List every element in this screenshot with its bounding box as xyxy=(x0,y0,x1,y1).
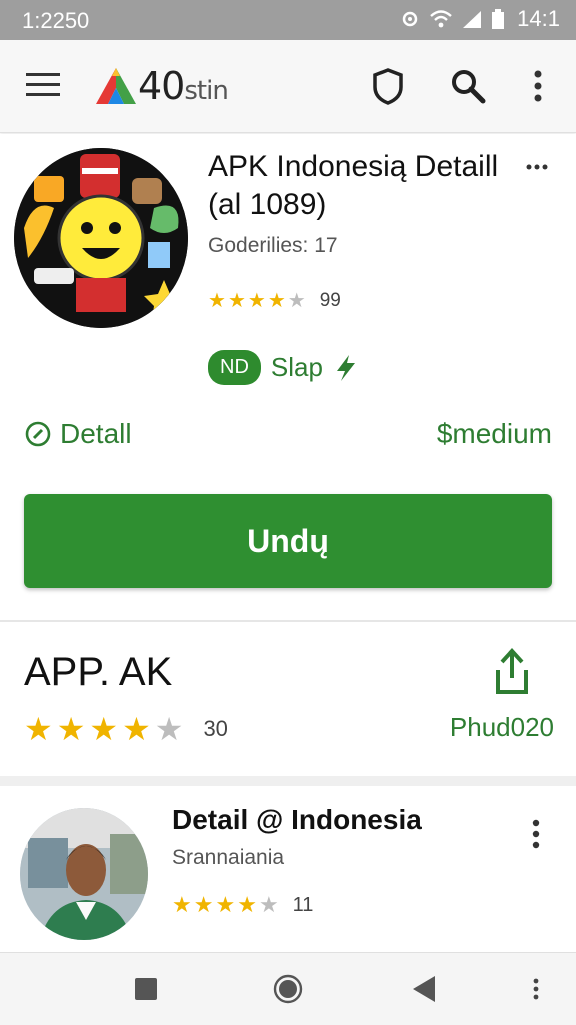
share-icon[interactable] xyxy=(492,648,532,696)
list-item-rating: ★ ★ ★ ★ ★ 11 xyxy=(172,892,313,918)
nav-more-button[interactable] xyxy=(516,969,556,1009)
badge-label: Slap xyxy=(270,352,323,382)
search-icon xyxy=(452,70,486,104)
more-vert-icon xyxy=(533,978,539,1000)
star-icon: ★ xyxy=(193,892,214,917)
bolt-icon xyxy=(336,354,355,381)
list-item-subtitle: Srannaiania xyxy=(172,846,285,869)
home-button[interactable] xyxy=(268,969,308,1009)
logo-text: 40 xyxy=(138,64,185,108)
app-bar: 40stin xyxy=(0,40,576,133)
nd-badge: ND xyxy=(208,350,261,385)
star-empty-icon: ★ xyxy=(154,711,184,747)
shield-icon xyxy=(373,68,403,105)
status-icons: 14:1 xyxy=(399,6,560,32)
overflow-menu-button[interactable] xyxy=(518,66,558,106)
app-logo[interactable]: 40stin xyxy=(94,64,229,108)
battery-icon xyxy=(492,9,505,29)
section-right-label[interactable]: Phud020 xyxy=(450,712,554,743)
app-icon xyxy=(14,148,188,328)
star-icon: ★ xyxy=(172,892,192,917)
install-button[interactable]: Undų xyxy=(24,494,552,588)
more-horiz-icon xyxy=(526,164,548,170)
status-bar: 1:2250 14:1 xyxy=(0,0,576,40)
star-icon: ★ xyxy=(247,290,266,312)
detail-link[interactable]: Detall xyxy=(24,418,132,450)
list-item-title[interactable]: Detail @ Indonesia xyxy=(172,804,422,836)
more-vert-icon xyxy=(534,70,542,102)
recent-apps-button[interactable] xyxy=(126,969,166,1009)
section-title: APP. AK xyxy=(24,650,173,694)
section-gap xyxy=(0,776,576,786)
signal-icon xyxy=(463,11,482,28)
divider xyxy=(0,620,576,622)
star-empty-icon: ★ xyxy=(287,290,306,312)
settings-icon xyxy=(402,11,418,27)
compass-icon xyxy=(25,421,51,447)
price-label: $medium xyxy=(436,418,552,449)
star-icon: ★ xyxy=(208,290,226,312)
status-clock: 14:1 xyxy=(517,6,560,31)
menu-icon[interactable] xyxy=(26,70,60,100)
star-icon: ★ xyxy=(215,892,236,917)
wifi-icon xyxy=(430,10,452,28)
section-rating: ★ ★ ★ ★ ★ 30 xyxy=(24,710,228,748)
list-item-rating-count: 11 xyxy=(292,893,314,916)
status-time: 1:2250 xyxy=(22,8,90,33)
star-icon: ★ xyxy=(24,711,53,747)
back-button[interactable] xyxy=(404,969,444,1009)
badge-row: ND Slap xyxy=(208,350,359,385)
shield-button[interactable] xyxy=(368,66,408,106)
star-icon: ★ xyxy=(56,711,86,747)
app-subtitle: Goderilies: 17 xyxy=(208,234,338,257)
rating-count: 99 xyxy=(319,289,341,311)
logo-mark-icon xyxy=(96,68,136,104)
back-icon xyxy=(413,976,435,1002)
app-title: APK Indonesią Detaill (al 1089) xyxy=(208,150,499,221)
more-vert-icon[interactable] xyxy=(526,818,546,850)
recent-apps-icon xyxy=(135,978,157,1000)
navigation-bar xyxy=(0,952,576,1025)
star-empty-icon: ★ xyxy=(258,892,279,917)
logo-suffix: stin xyxy=(184,76,228,106)
star-icon: ★ xyxy=(89,711,119,747)
search-button[interactable] xyxy=(448,66,488,106)
home-icon xyxy=(273,974,303,1004)
app-rating: ★ ★ ★ ★ ★ 99 xyxy=(208,288,341,313)
detail-label: Detall xyxy=(60,418,132,449)
star-icon: ★ xyxy=(267,290,286,312)
avatar[interactable] xyxy=(20,808,148,940)
star-icon: ★ xyxy=(237,892,257,917)
app-more-button[interactable] xyxy=(526,150,548,178)
star-icon: ★ xyxy=(227,290,246,312)
star-icon: ★ xyxy=(122,711,151,747)
section-rating-count: 30 xyxy=(203,716,228,741)
